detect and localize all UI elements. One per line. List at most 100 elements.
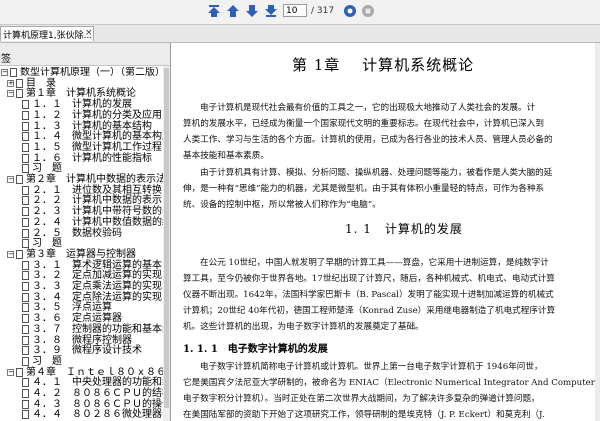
intro-line: 人类工作、学习与生活的各个方面。计算机的使用，已成为各行各业的技术人员、管理人员… — [183, 135, 553, 145]
page-total-label: / 317 — [311, 6, 335, 16]
bookmark-tree-item[interactable]: ２．４ 计算机中数值数据的编码 — [0, 217, 163, 228]
chapter-title: 第 1章 计算机系统概论 — [292, 56, 475, 74]
stop-button[interactable] — [361, 4, 375, 18]
subsection-line: 在美国陆军部的资助下开始了这项研究工作，领导研制的是埃克特（J. P. Ecke… — [183, 410, 545, 420]
bookmark-tree-item[interactable]: − 第４章 Ｉｎｔｅｌ８０ｘ８６微处理器 — [0, 367, 163, 378]
bookmark-label: ４．１ 中央处理器的功能和组成 — [32, 377, 163, 389]
subsection-title: 1. 1. 1 电子数字计算机的发展 — [183, 344, 328, 355]
collapse-icon[interactable]: − — [1, 69, 8, 76]
document-tab-label: 计算机原理1,张伙除... — [3, 31, 93, 41]
section-line: 仪器不断出现。1642年，法国科学家巴斯卡（B. Pascal）发明了能实现十进… — [183, 290, 554, 300]
document-scrollbar[interactable] — [595, 43, 600, 421]
bookmark-tree-item[interactable]: １．５ 微型计算机工作过程 — [0, 142, 163, 153]
section-line: 算工具，至今仍被你于世界各地。17世纪出现了计算尺，随后，各种机械式、机电式、电… — [183, 274, 555, 284]
bookmark-label: 数型计算机原理（一）（第二版） — [20, 67, 163, 78]
bookmark-tree-item[interactable]: １．４ 微型计算机的基本构成 — [0, 131, 163, 142]
previous-page-button[interactable] — [226, 4, 240, 18]
bookmark-tree-item[interactable]: ４．１ 中央处理器的功能和组成 — [0, 377, 163, 388]
bookmark-tree-item[interactable]: ２．２ 计算机中数据的表示 — [0, 195, 163, 206]
bookmark-tree-item[interactable]: ３．２ 定点加减运算的实现 — [0, 270, 163, 281]
bookmark-tree-item[interactable]: ３．５ 浮点运算 — [0, 302, 163, 313]
down-arrow-icon — [246, 5, 258, 17]
bookmark-tree-item[interactable]: 习 题 — [0, 163, 163, 174]
bookmark-label: ３．５ 浮点运算 — [32, 302, 112, 314]
intro2-line: 由于计算机具有计算、模拟、分析问题、操纵机器、处理问题等能力，被看作是人类大脑的… — [200, 168, 553, 178]
collapse-icon[interactable]: − — [7, 368, 14, 376]
collapse-icon[interactable]: − — [7, 90, 14, 98]
bookmark-label: 第２章 计算机中数据的表示法 — [26, 174, 163, 185]
document-tab[interactable]: 计算机原理1,张伙除... × — [0, 26, 94, 41]
bookmark-tree-item[interactable]: 习 题 — [0, 356, 163, 367]
collapse-icon[interactable]: − — [7, 176, 14, 183]
bookmarks-panel-header: 签 — [0, 43, 170, 66]
bookmark-tree-item[interactable]: ３．３ 定点乘法运算的实现 — [0, 281, 163, 292]
bookmark-page-icon — [22, 110, 29, 120]
bookmark-label: ３．２ 定点加减运算的实现 — [32, 270, 162, 282]
bookmark-label: ３．３ 定点乘法运算的实现 — [32, 281, 162, 292]
close-tab-icon[interactable]: × — [85, 28, 93, 38]
first-page-button[interactable] — [207, 4, 221, 18]
bookmark-page-icon — [16, 367, 23, 377]
bookmark-label: ２．２ 计算机中数据的表示 — [32, 195, 162, 207]
page-number-input[interactable] — [283, 4, 307, 17]
bookmark-label: 第３章 运算器与控制器 — [26, 248, 136, 260]
next-page-button[interactable] — [245, 4, 259, 18]
bookmark-label: 第４章 Ｉｎｔｅｌ８０ｘ８６微处理器 — [26, 366, 163, 378]
bookmark-tree-item[interactable]: ４．４ ８０２８６微处理器 — [0, 409, 163, 420]
bookmark-page-icon — [16, 175, 23, 184]
bookmark-tree-item[interactable]: ２．５ 数据校验码 — [0, 228, 163, 239]
section-line: 机。这些计算机的出现，为电子数字计算机的发展奠定了基础。 — [183, 322, 424, 332]
bookmark-tree-item[interactable]: − 第２章 计算机中数据的表示法 — [0, 174, 163, 185]
bookmark-page-icon — [10, 68, 17, 77]
bookmark-page-icon — [22, 185, 29, 195]
bookmark-tree-item[interactable]: ２．３ 计算机中带符号数的表示 — [0, 206, 163, 217]
bookmark-tree-item[interactable]: １．１ 计算机的发展 — [0, 99, 163, 110]
intro-line: 电子计算机是现代社会最有价值的工具之一，它的出现极大地推动了人类社会的发展。计 — [200, 103, 536, 113]
bookmark-tree-item[interactable]: 习 题 — [0, 238, 163, 249]
bookmarks-scrollbar[interactable] — [163, 66, 170, 421]
bookmarks-scroll-thumb[interactable] — [164, 68, 169, 408]
bookmark-tree-item[interactable]: ３．６ 定点运算器 — [0, 313, 163, 324]
navigation-toolbar: / 317 — [0, 0, 600, 25]
bookmark-page-icon — [16, 89, 23, 99]
subsection-line: 它是美国宾夕法尼亚大学研制的，被命名为 ENIAC（Electronic Num… — [183, 378, 595, 388]
bookmark-page-icon — [22, 346, 29, 356]
bookmark-label: １．３ 计算机的基本结构 — [32, 120, 152, 132]
bookmark-tree-item[interactable]: １．２ 计算机的分类及应用 — [0, 110, 163, 121]
bookmark-tree-item[interactable]: １．３ 计算机的基本结构 — [0, 121, 163, 132]
bookmark-page-icon — [22, 239, 29, 249]
bookmark-label: １．１ 计算机的发展 — [32, 99, 132, 111]
bookmark-label: １．５ 微型计算机工作过程 — [32, 141, 162, 153]
bookmark-tree: − 数型计算机原理（一）（第二版） + 目 录 − 第１章 计算机系统概论 １．１ 计算机的… — [0, 67, 163, 421]
up-arrow-icon — [227, 5, 239, 17]
bookmark-page-icon — [22, 164, 29, 174]
bookmark-tree-item[interactable]: − 第１章 计算机系统概论 — [0, 88, 163, 99]
last-page-button[interactable] — [264, 4, 278, 18]
section-title: 1. 1 计算机的发展 — [345, 222, 463, 236]
intro-line: 算机的发展水平，已经成为衡量一个国家现代文明的重要标志。在现代社会中，计算机已深… — [183, 119, 544, 129]
bookmark-page-icon — [16, 249, 23, 259]
subsection-line: 电子数字计算机简称电子计算机或计算机。世界上第一台电子数字计算机于 1946年问… — [200, 362, 543, 372]
bookmark-label: ２．５ 数据校验码 — [32, 227, 122, 239]
bookmark-page-icon — [22, 282, 29, 291]
expand-icon[interactable]: + — [7, 79, 14, 87]
bookmark-label: １．６ 计算机的性能指标 — [32, 152, 152, 164]
bookmark-page-icon — [22, 207, 29, 217]
bookmark-tree-item[interactable]: １．６ 计算机的性能指标 — [0, 153, 163, 164]
bookmark-label: ２．４ 计算机中数值数据的编码 — [32, 216, 163, 228]
bookmark-tree-item[interactable]: ３．１ 算术逻辑运算的基本电路 — [0, 260, 163, 271]
bookmark-tree-item[interactable]: − 数型计算机原理（一）（第二版） — [0, 67, 163, 78]
bookmark-label: １．２ 计算机的分类及应用 — [32, 109, 162, 121]
bookmark-tree-item[interactable]: ４．２ ８０８６ＣＰＵ的结构 — [0, 388, 163, 399]
bookmark-label: ３．８ 微程序控制器 — [32, 334, 132, 346]
bookmark-tree-item[interactable]: − 第３章 运算器与控制器 — [0, 249, 163, 260]
bookmark-tree-item[interactable]: ３．８ 微程序控制器 — [0, 335, 163, 346]
bookmark-page-icon — [22, 132, 29, 142]
bookmark-page-icon — [22, 271, 29, 281]
bookmark-page-icon — [22, 410, 29, 420]
collapse-icon[interactable]: − — [7, 250, 14, 258]
bookmark-tree-item[interactable]: ３．９ 微程序设计技术 — [0, 345, 163, 356]
document-tab-strip: 计算机原理1,张伙除... × — [0, 25, 600, 43]
go-to-page-button[interactable] — [343, 4, 357, 18]
bookmark-tree-item[interactable]: ３．７ 控制器的功能和基本组成 — [0, 324, 163, 335]
